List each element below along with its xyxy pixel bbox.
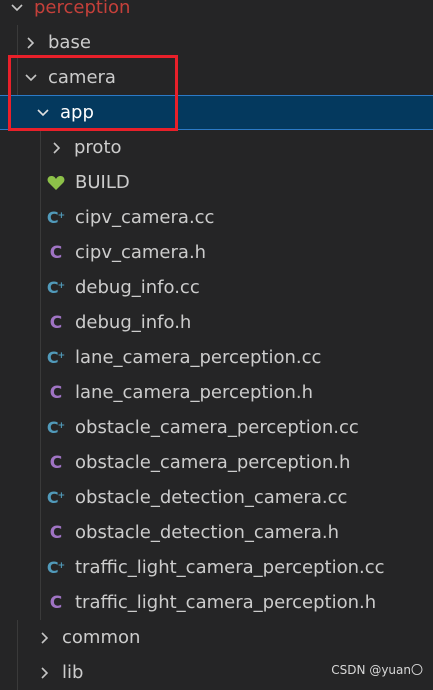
indent-guide — [40, 550, 41, 585]
tree-item-label: obstacle_camera_perception.cc — [75, 417, 359, 438]
tree-item-file[interactable]: C + traffic_light_camera_perception.cc — [0, 550, 433, 585]
cpp-icon: C + — [46, 487, 66, 507]
indent-guide — [40, 585, 41, 620]
tree-item-file[interactable]: C + lane_camera_perception.cc — [0, 340, 433, 375]
chevron-down-icon — [36, 103, 50, 123]
c-header-icon: C — [49, 452, 63, 473]
tree-item-label: base — [48, 32, 91, 53]
tree-item-proto[interactable]: proto — [0, 130, 433, 165]
indent-guide — [40, 130, 41, 165]
chevron-right-icon — [38, 628, 52, 648]
tree-item-label: cipv_camera.h — [75, 242, 207, 263]
watermark: CSDN @yuan〇 — [331, 663, 423, 677]
tree-item-label: camera — [48, 67, 116, 88]
c-header-icon: C — [49, 592, 63, 613]
indent-guide — [40, 165, 41, 200]
tree-item-label: traffic_light_camera_perception.h — [75, 592, 377, 613]
indent-guide — [40, 305, 41, 340]
tree-item-file[interactable]: C obstacle_detection_camera.h — [0, 515, 433, 550]
file-explorer-tree: perception base camera app proto BUILD C… — [0, 0, 433, 690]
tree-item-label: lane_camera_perception.h — [75, 382, 313, 403]
tree-item-label: obstacle_detection_camera.h — [75, 522, 339, 543]
chevron-down-icon — [24, 68, 38, 88]
indent-guide — [17, 620, 18, 655]
indent-guide — [40, 270, 41, 305]
tree-item-file[interactable]: C debug_info.h — [0, 305, 433, 340]
tree-item-label: debug_info.h — [75, 312, 192, 333]
indent-guide — [40, 480, 41, 515]
c-header-icon: C — [49, 312, 63, 333]
chevron-right-icon — [38, 663, 52, 683]
indent-guide — [40, 375, 41, 410]
tree-item-label: perception — [34, 0, 131, 18]
indent-guide — [40, 410, 41, 445]
tree-item-app[interactable]: app — [0, 95, 433, 130]
indent-guide — [40, 200, 41, 235]
c-header-icon: C — [49, 382, 63, 403]
tree-item-camera[interactable]: camera — [0, 60, 433, 95]
cpp-icon: C + — [46, 347, 66, 367]
heart-icon — [46, 173, 66, 193]
tree-item-label: traffic_light_camera_perception.cc — [75, 557, 385, 578]
tree-item-file[interactable]: C lane_camera_perception.h — [0, 375, 433, 410]
tree-item-file[interactable]: C + debug_info.cc — [0, 270, 433, 305]
indent-guide — [17, 60, 18, 95]
tree-item-file[interactable]: C + cipv_camera.cc — [0, 200, 433, 235]
tree-item-file[interactable]: BUILD — [0, 165, 433, 200]
tree-item-label: obstacle_detection_camera.cc — [75, 487, 348, 508]
tree-item-perception[interactable]: perception — [0, 0, 433, 25]
chevron-right-icon — [24, 33, 38, 53]
cpp-icon: C + — [46, 417, 66, 437]
tree-item-label: lane_camera_perception.cc — [75, 347, 322, 368]
c-header-icon: C — [49, 242, 63, 263]
tree-item-label: lib — [62, 662, 84, 683]
tree-item-label: common — [62, 627, 141, 648]
tree-item-file[interactable]: C obstacle_camera_perception.h — [0, 445, 433, 480]
cpp-icon: C + — [46, 557, 66, 577]
cpp-icon: C + — [46, 207, 66, 227]
c-header-icon: C — [49, 522, 63, 543]
chevron-down-icon — [10, 0, 24, 18]
indent-guide — [40, 445, 41, 480]
indent-guide — [40, 340, 41, 375]
tree-item-label: cipv_camera.cc — [75, 207, 215, 228]
tree-item-common[interactable]: common — [0, 620, 433, 655]
tree-item-label: BUILD — [75, 172, 130, 193]
tree-item-label: proto — [74, 137, 122, 158]
chevron-right-icon — [50, 138, 64, 158]
indent-guide — [40, 515, 41, 550]
tree-item-file[interactable]: C cipv_camera.h — [0, 235, 433, 270]
tree-item-file[interactable]: C traffic_light_camera_perception.h — [0, 585, 433, 620]
indent-guide — [17, 655, 18, 690]
tree-item-base[interactable]: base — [0, 25, 433, 60]
tree-item-label: obstacle_camera_perception.h — [75, 452, 351, 473]
cpp-icon: C + — [46, 277, 66, 297]
indent-guide — [40, 235, 41, 270]
tree-item-label: app — [60, 102, 94, 123]
tree-item-label: debug_info.cc — [75, 277, 200, 298]
tree-item-file[interactable]: C + obstacle_detection_camera.cc — [0, 480, 433, 515]
tree-item-file[interactable]: C + obstacle_camera_perception.cc — [0, 410, 433, 445]
indent-guide — [17, 25, 18, 60]
